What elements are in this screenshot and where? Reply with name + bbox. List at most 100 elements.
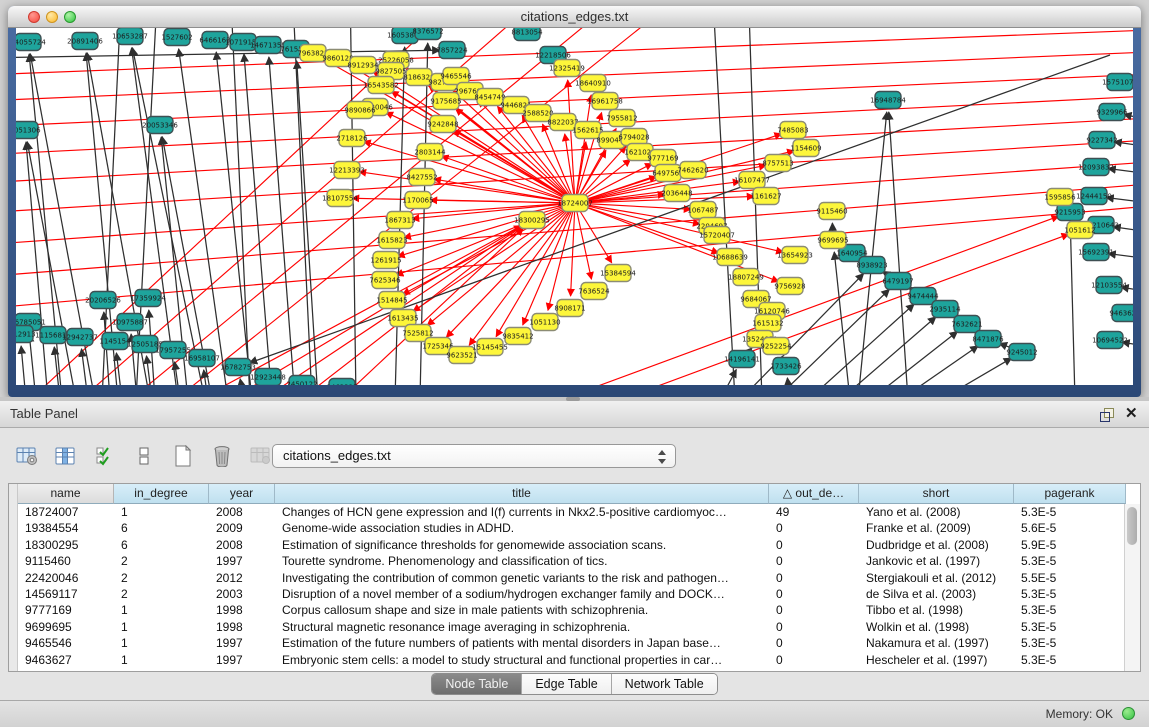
table-cell-year[interactable]: 2003 <box>209 586 275 602</box>
graph-node-1154609[interactable]: 1154609 <box>790 140 821 157</box>
minimize-traffic-light[interactable] <box>46 11 58 23</box>
table-cell-short[interactable]: Dudbridge et al. (2008) <box>859 537 1014 553</box>
graph-node-18807249[interactable]: 18807249 <box>728 269 764 286</box>
graph-node-9227342[interactable]: 9227342 <box>1086 132 1117 149</box>
graph-node-15384594[interactable]: 15384594 <box>600 265 636 282</box>
table-cell-out_degree[interactable]: 0 <box>769 652 859 668</box>
graph-node-14196141[interactable]: 14196141 <box>724 351 760 368</box>
table-cell-title[interactable]: Structural magnetic resonance image aver… <box>275 619 769 635</box>
table-row[interactable]: 2242004622012Investigating the contribut… <box>18 570 1127 586</box>
table-cell-in_degree[interactable]: 1 <box>114 652 209 668</box>
graph-node-1514845[interactable]: 1514845 <box>376 292 407 309</box>
graph-node-10694522[interactable]: 10694522 <box>1092 332 1128 349</box>
graph-node-12103554[interactable]: 12103554 <box>1091 277 1127 294</box>
table-row[interactable]: 1830029562008Estimation of significance … <box>18 537 1127 553</box>
column-header-year[interactable]: year <box>209 484 275 504</box>
graph-node-9756928[interactable]: 9756928 <box>774 278 805 295</box>
graph-node-8454749[interactable]: 8454749 <box>474 89 505 106</box>
table-cell-pagerank[interactable]: 5.3E-5 <box>1014 619 1126 635</box>
table-settings-icon[interactable] <box>14 443 40 469</box>
graph-node-9623521[interactable]: 9623521 <box>446 347 477 364</box>
table-cell-name[interactable]: 18724007 <box>18 504 114 520</box>
column-header-in_degree[interactable]: in_degree <box>114 484 209 504</box>
graph-node-14671355[interactable]: 14671355 <box>250 37 286 54</box>
graph-node-7632621[interactable]: 7632621 <box>951 316 982 333</box>
table-cell-short[interactable]: Yano et al. (2008) <box>859 504 1014 520</box>
table-cell-pagerank[interactable]: 5.6E-5 <box>1014 520 1126 536</box>
table-cell-out_degree[interactable]: 0 <box>769 635 859 651</box>
table-cell-short[interactable]: Jankovic et al. (1997) <box>859 553 1014 569</box>
graph-node-12093832[interactable]: 12093832 <box>1078 159 1114 176</box>
table-cell-name[interactable]: 19384554 <box>18 520 114 536</box>
graph-node-9245012[interactable]: 9245012 <box>1006 344 1037 361</box>
table-cell-title[interactable]: Investigating the contribution of common… <box>275 570 769 586</box>
float-panel-icon[interactable] <box>1100 408 1114 421</box>
table-cell-year[interactable]: 1997 <box>209 635 275 651</box>
scrollbar-thumb[interactable] <box>1127 507 1137 545</box>
table-cell-pagerank[interactable]: 5.3E-5 <box>1014 553 1126 569</box>
graph-node-11156819[interactable]: 11156819 <box>35 327 71 344</box>
graph-node-16958107[interactable]: 16958107 <box>184 350 220 367</box>
table-cell-short[interactable]: de Silva et al. (2003) <box>859 586 1014 602</box>
import-table-icon[interactable] <box>248 443 274 469</box>
table-cell-in_degree[interactable]: 2 <box>114 570 209 586</box>
graph-node-18107554[interactable]: 18107554 <box>322 190 358 207</box>
graph-node-1145154[interactable]: 1145154 <box>99 333 131 350</box>
column-header-out_degree[interactable]: △ out_de… <box>769 484 859 504</box>
table-cell-in_degree[interactable]: 2 <box>114 586 209 602</box>
graph-node-9860128[interactable]: 9860128 <box>322 50 353 67</box>
graph-node-12505185[interactable]: 12505185 <box>127 336 163 353</box>
graph-node-7625346[interactable]: 7625346 <box>369 272 401 289</box>
graph-node-9242848[interactable]: 9242848 <box>427 116 458 133</box>
table-cell-year[interactable]: 1997 <box>209 553 275 569</box>
graph-node-12213393[interactable]: 12213393 <box>329 162 365 179</box>
table-cell-pagerank[interactable]: 5.3E-5 <box>1014 652 1126 668</box>
graph-node-2718126[interactable]: 2718126 <box>336 130 368 147</box>
table-row[interactable]: 946554611997Estimation of the future num… <box>18 635 1127 651</box>
graph-node-1867313[interactable]: 1867313 <box>384 212 415 229</box>
graph-node-1161627[interactable]: 1161627 <box>750 188 781 205</box>
table-row[interactable]: 1872400712008Changes of HCN gene express… <box>18 504 1127 520</box>
table-cell-year[interactable]: 1998 <box>209 602 275 618</box>
graph-node-18640910[interactable]: 18640910 <box>575 75 611 92</box>
graph-node-1615132[interactable]: 1615132 <box>752 315 783 332</box>
graph-node-3912913[interactable]: 3912913 <box>16 326 36 343</box>
graph-node-9329966[interactable]: 9329966 <box>1096 104 1128 121</box>
table-selector-dropdown[interactable]: citations_edges.txt <box>272 444 676 468</box>
graph-node-16543582[interactable]: 16543582 <box>363 77 399 94</box>
graph-node-12923448[interactable]: 12923448 <box>250 369 286 386</box>
table-cell-year[interactable]: 2008 <box>209 537 275 553</box>
table-cell-title[interactable]: Changes of HCN gene expression and I(f) … <box>275 504 769 520</box>
table-cell-title[interactable]: Embryonic stem cells: a model to study s… <box>275 652 769 668</box>
graph-node-16961758[interactable]: 16961758 <box>587 93 623 110</box>
graph-node-8908171[interactable]: 8908171 <box>554 300 585 317</box>
graph-node-9463325[interactable]: 9463325 <box>326 379 357 386</box>
table-cell-title[interactable]: Disruption of a novel member of a sodium… <box>275 586 769 602</box>
graph-node-10688639[interactable]: 10688639 <box>712 249 748 266</box>
table-cell-in_degree[interactable]: 2 <box>114 553 209 569</box>
graph-node-2935114[interactable]: 2935114 <box>929 301 961 318</box>
table-cell-pagerank[interactable]: 5.3E-5 <box>1014 504 1126 520</box>
graph-node-1527602[interactable]: 1527602 <box>161 29 192 46</box>
network-window-titlebar[interactable]: citations_edges.txt <box>8 6 1141 28</box>
table-cell-name[interactable]: 9465546 <box>18 635 114 651</box>
table-cell-out_degree[interactable]: 0 <box>769 520 859 536</box>
table-cell-short[interactable]: Wolkin et al. (1998) <box>859 619 1014 635</box>
graph-node-20053346[interactable]: 20053346 <box>142 117 178 134</box>
table-cell-year[interactable]: 2008 <box>209 504 275 520</box>
graph-node-1595856[interactable]: 1595856 <box>1044 189 1076 206</box>
zoom-traffic-light[interactable] <box>64 11 76 23</box>
table-cell-pagerank[interactable]: 5.3E-5 <box>1014 602 1126 618</box>
table-cell-year[interactable]: 1997 <box>209 652 275 668</box>
table-cell-title[interactable]: Estimation of significance thresholds fo… <box>275 537 769 553</box>
table-cell-year[interactable]: 1998 <box>209 619 275 635</box>
table-cell-year[interactable]: 2012 <box>209 570 275 586</box>
graph-node-9835412[interactable]: 9835412 <box>502 328 533 345</box>
graph-node-15720407[interactable]: 15720407 <box>699 227 735 244</box>
graph-node-9463627[interactable]: 9463627 <box>1109 305 1133 322</box>
graph-node-6466163[interactable]: 6466163 <box>199 32 230 49</box>
table-cell-out_degree[interactable]: 0 <box>769 553 859 569</box>
table-cell-in_degree[interactable]: 6 <box>114 520 209 536</box>
table-cell-title[interactable]: Estimation of the future numbers of pati… <box>275 635 769 651</box>
table-cell-short[interactable]: Tibbo et al. (1998) <box>859 602 1014 618</box>
